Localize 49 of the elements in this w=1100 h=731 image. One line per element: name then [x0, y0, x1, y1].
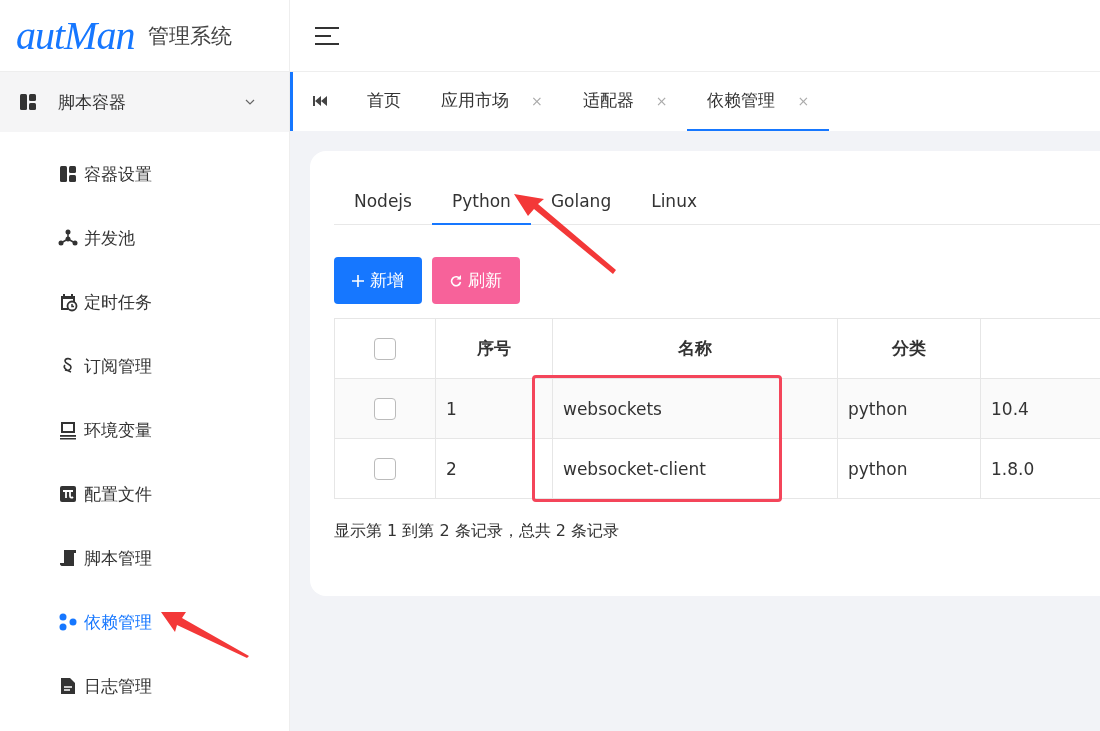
- refresh-icon: [450, 274, 462, 287]
- sidebar-item[interactable]: 并发池: [0, 206, 289, 270]
- table-cell: 10.4: [980, 378, 1100, 439]
- logo-text: autMan: [16, 12, 135, 59]
- checkbox[interactable]: [374, 337, 396, 360]
- page-tab[interactable]: 适配器 ×: [562, 72, 688, 131]
- monitor-icon: [58, 420, 78, 440]
- sidebar-group[interactable]: 脚本容器: [0, 72, 289, 132]
- sidebar-item[interactable]: 定时任务: [0, 270, 289, 334]
- panels-icon: [58, 164, 78, 184]
- table-cell: 1: [435, 378, 553, 439]
- dots-icon: [58, 612, 78, 632]
- page-tab[interactable]: 依赖管理 ×: [687, 72, 830, 131]
- menu-icon: [314, 25, 340, 46]
- app-title: 管理系统: [148, 22, 233, 50]
- column-header: 序号: [435, 318, 553, 379]
- table-cell: websocket-client: [552, 438, 838, 499]
- language-tab[interactable]: Nodejs: [334, 181, 432, 225]
- record-count: 显示第 1 到第 2 条记录，总共 2 条记录: [334, 521, 621, 542]
- sidebar-item[interactable]: 订阅管理: [0, 334, 289, 398]
- sidebar-item[interactable]: 容器设置: [0, 142, 289, 206]
- table-cell: 2: [435, 438, 553, 499]
- table-cell: python: [837, 378, 981, 439]
- language-tab[interactable]: Linux: [631, 181, 717, 225]
- page-tab[interactable]: 应用市场 ×: [421, 72, 563, 131]
- skip-back-icon: [313, 94, 327, 107]
- group-label: 脚本容器: [58, 90, 127, 114]
- column-header: 名称: [552, 318, 838, 379]
- document-icon: [58, 676, 78, 696]
- chevron-icon: [245, 99, 255, 105]
- panels-icon: [18, 92, 38, 112]
- sidebar-item[interactable]: 配置文件: [0, 462, 289, 526]
- sidebar-item[interactable]: 依赖管理: [0, 590, 289, 654]
- scroll-icon: [58, 548, 78, 568]
- table-cell: python: [837, 438, 981, 499]
- checkbox[interactable]: [374, 397, 396, 420]
- page-tab[interactable]: 首页: [347, 72, 421, 131]
- sidebar-item[interactable]: 脚本管理: [0, 526, 289, 590]
- pi-icon: [58, 484, 78, 504]
- sidebar-item[interactable]: 环境变量: [0, 398, 289, 462]
- plus-icon: [352, 274, 364, 287]
- table-cell: websockets: [552, 378, 838, 439]
- checkbox[interactable]: [374, 457, 396, 480]
- nodes-icon: [58, 228, 78, 248]
- column-header: 分类: [837, 318, 981, 379]
- calendar-clock-icon: [58, 292, 78, 312]
- add-button[interactable]: 新增: [334, 257, 422, 304]
- sidebar-item[interactable]: 日志管理: [0, 654, 289, 718]
- language-tab[interactable]: Golang: [530, 181, 632, 225]
